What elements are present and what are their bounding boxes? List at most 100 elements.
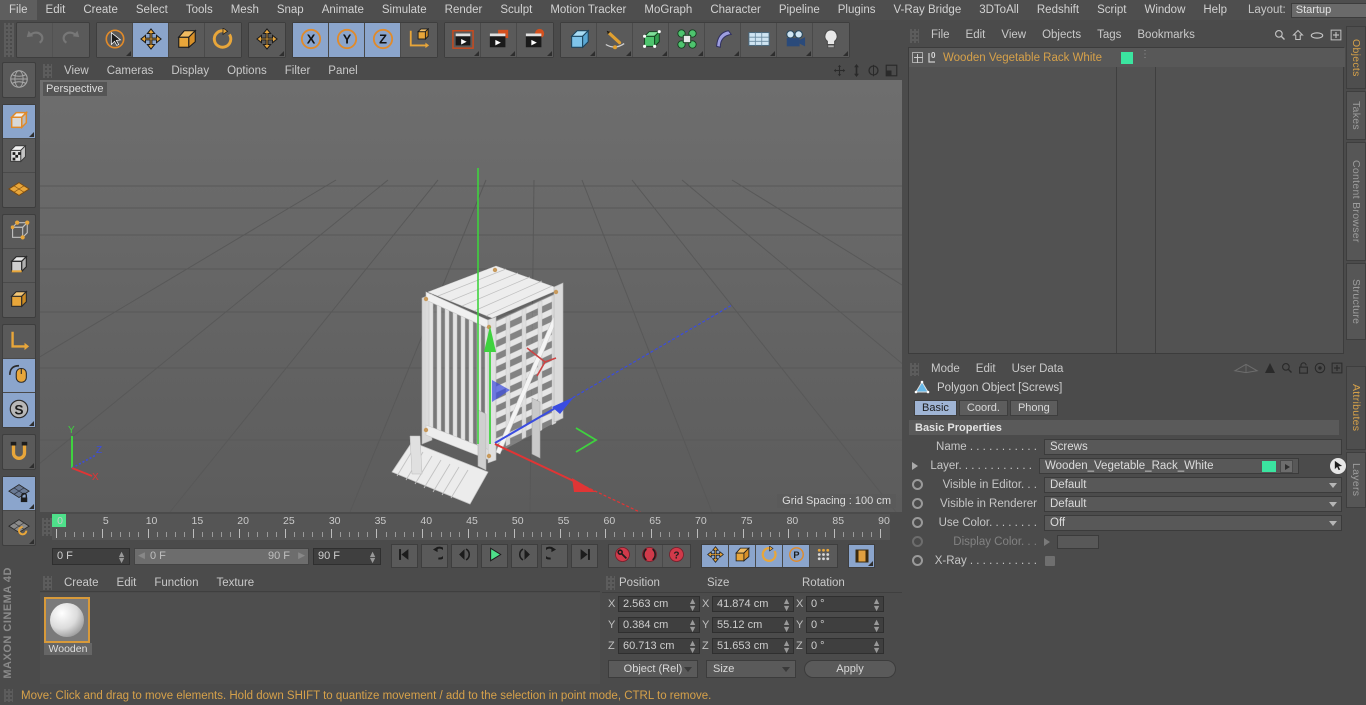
add-deformer-button[interactable] [705, 23, 741, 57]
ellipse-icon[interactable] [1310, 31, 1324, 43]
menu-plugins[interactable]: Plugins [829, 0, 885, 20]
layer-field[interactable]: Wooden_Vegetable_Rack_White [1039, 457, 1299, 474]
spinner-icon[interactable]: ▲ ▼ [688, 639, 697, 655]
visible-in-renderer-dropdown[interactable]: Default [1044, 495, 1342, 512]
spinner-icon[interactable]: ▲ ▼ [872, 597, 881, 613]
parameter-radio-icon[interactable] [912, 517, 923, 528]
move-axis-tool[interactable] [249, 23, 285, 57]
enable-snap-button[interactable] [3, 435, 35, 469]
move-tool[interactable] [133, 23, 169, 57]
lock-icon[interactable] [1298, 362, 1309, 377]
material-item[interactable]: Wooden [44, 597, 92, 655]
autokeying-button[interactable] [636, 545, 663, 567]
menu-pipeline[interactable]: Pipeline [770, 0, 829, 20]
menu-script[interactable]: Script [1088, 0, 1135, 20]
arrow-up-icon[interactable] [1264, 362, 1276, 377]
parameter-radio-icon[interactable] [912, 498, 923, 509]
pick-layer-cursor-icon[interactable] [1330, 457, 1346, 474]
make-editable-button[interactable] [3, 63, 35, 97]
size-x-field[interactable]: 41.874 cm ▲ ▼ [712, 596, 794, 613]
go-to-start-button[interactable] [391, 544, 418, 568]
lock-x-axis[interactable]: X [293, 23, 329, 57]
name-field[interactable]: Screws [1044, 438, 1342, 455]
model-mode-button[interactable] [3, 105, 35, 139]
use-color-dropdown[interactable]: Off [1044, 514, 1342, 531]
layer-color-swatch[interactable] [1262, 460, 1276, 472]
go-to-next-key-button[interactable] [541, 544, 568, 568]
rotation-x-field[interactable]: 0 ° ▲ ▼ [806, 596, 884, 613]
render-settings-button[interactable] [517, 23, 553, 57]
parameter-radio-icon[interactable] [912, 555, 923, 566]
texture-mode-button[interactable] [3, 139, 35, 173]
play-button[interactable] [481, 544, 508, 568]
edges-mode-button[interactable] [3, 249, 35, 283]
material-preview[interactable] [44, 597, 90, 643]
pan-icon[interactable] [833, 64, 846, 80]
viewport-menu-view[interactable]: View [55, 62, 98, 80]
home-icon[interactable] [1292, 29, 1304, 44]
max-frame-field[interactable]: 90 F ▲ ▼ [313, 547, 381, 565]
object-tree[interactable]: 0 Wooden Vegetable Rack White ⋮ [908, 47, 1345, 354]
viewport-menu-display[interactable]: Display [162, 62, 218, 80]
material-menu-texture[interactable]: Texture [207, 574, 263, 592]
preview-range-slider[interactable]: ◀ 0 F 90 F ▶ [134, 547, 309, 565]
range-left-arrow-icon[interactable]: ◀ [138, 550, 145, 561]
plus-box-icon[interactable] [1331, 362, 1343, 377]
rotation-y-field[interactable]: 0 ° ▲ ▼ [806, 617, 884, 634]
viewport-menu-cameras[interactable]: Cameras [98, 62, 163, 80]
add-floor-button[interactable] [741, 23, 777, 57]
render-to-picture-viewer-button[interactable] [481, 23, 517, 57]
menu-window[interactable]: Window [1135, 0, 1194, 20]
material-menu-edit[interactable]: Edit [108, 574, 146, 592]
menu-v-ray-bridge[interactable]: V-Ray Bridge [884, 0, 970, 20]
viewport-menu-options[interactable]: Options [218, 62, 276, 80]
menu-render[interactable]: Render [436, 0, 492, 20]
viewport-menu-filter[interactable]: Filter [276, 62, 320, 80]
workplane-mode-button[interactable] [3, 173, 35, 207]
step-back-button[interactable] [451, 544, 478, 568]
attribute-tab-basic[interactable]: Basic [914, 400, 957, 416]
menu-redshift[interactable]: Redshift [1028, 0, 1088, 20]
keyframe-selection-button[interactable]: ? [663, 545, 690, 567]
rotate-tool[interactable] [205, 23, 241, 57]
layer-dropdown-arrow[interactable] [1280, 459, 1293, 473]
target-icon[interactable] [1314, 362, 1326, 377]
size-y-field[interactable]: 55.12 cm ▲ ▼ [712, 617, 794, 634]
viewport-canvas[interactable]: Perspective Grid Spacing : 100 cm Y Z X [40, 80, 902, 512]
menu-sculpt[interactable]: Sculpt [491, 0, 541, 20]
material-list[interactable]: Wooden [40, 593, 600, 684]
apply-button[interactable]: Apply [804, 660, 896, 678]
size-mode-dropdown[interactable]: Size [706, 660, 796, 678]
tab-structure[interactable]: Structure [1346, 263, 1366, 340]
position-y-field[interactable]: 0.384 cm ▲ ▼ [618, 617, 700, 634]
points-mode-button[interactable] [3, 215, 35, 249]
material-menu-create[interactable]: Create [55, 574, 108, 592]
coordinates-grip[interactable] [606, 576, 615, 590]
material-menu-function[interactable]: Function [145, 574, 207, 592]
current-frame-field[interactable]: 0 F ▲ ▼ [52, 547, 130, 565]
expand-triangle-icon[interactable] [1044, 537, 1050, 546]
add-spline-button[interactable] [597, 23, 633, 57]
parameter-radio-icon[interactable] [912, 479, 923, 490]
go-to-end-button[interactable] [571, 544, 598, 568]
expand-triangle-icon[interactable] [912, 461, 918, 470]
spinner-icon[interactable]: ▲ ▼ [368, 549, 377, 564]
viewport-grip[interactable] [43, 64, 52, 78]
object-manager-grip[interactable] [910, 28, 919, 43]
step-forward-button[interactable] [511, 544, 538, 568]
menu-file[interactable]: File [0, 0, 37, 20]
tab-takes[interactable]: Takes [1346, 91, 1366, 140]
object-menu-objects[interactable]: Objects [1034, 26, 1089, 45]
menu-snap[interactable]: Snap [268, 0, 313, 20]
rotation-key-toggle[interactable] [756, 545, 783, 567]
display-color-swatch[interactable] [1057, 534, 1099, 549]
plus-box-icon[interactable] [1330, 29, 1342, 44]
menu-tools[interactable]: Tools [177, 0, 222, 20]
render-view-button[interactable] [445, 23, 481, 57]
point-level-animation-toggle[interactable] [810, 545, 837, 567]
menu-mograph[interactable]: MoGraph [635, 0, 701, 20]
search-icon[interactable] [1274, 29, 1286, 44]
object-menu-tags[interactable]: Tags [1089, 26, 1129, 45]
object-menu-bookmarks[interactable]: Bookmarks [1129, 26, 1203, 45]
viewport-menu-panel[interactable]: Panel [319, 62, 366, 80]
